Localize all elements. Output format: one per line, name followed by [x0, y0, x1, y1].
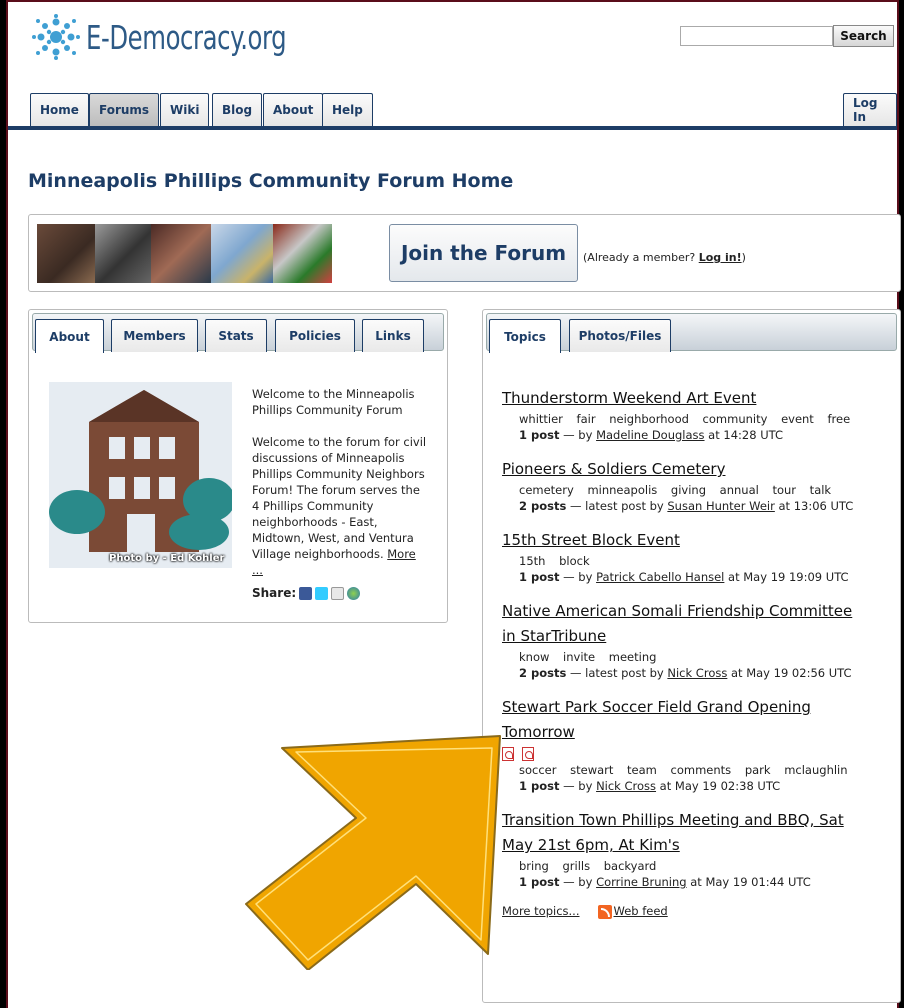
logo-burst-icon: [32, 14, 80, 60]
twitter-icon[interactable]: [315, 586, 329, 600]
forum-photo: Photo by - Ed Kohler: [49, 382, 232, 568]
web-feed-link[interactable]: Web feed: [597, 904, 668, 919]
author-link[interactable]: Corrine Bruning: [596, 875, 687, 889]
member-photo[interactable]: [37, 224, 95, 283]
topic-title[interactable]: Thunderstorm Weekend Art Event: [502, 386, 870, 411]
join-banner: Join the Forum (Already a member? Log in…: [28, 214, 901, 292]
tab-topics[interactable]: Topics: [489, 319, 561, 353]
topic-title[interactable]: Stewart Park Soccer Field Grand Opening …: [502, 695, 870, 745]
tab-stats[interactable]: Stats: [205, 319, 267, 352]
topic-keywords: soccer stewart team comments park mclaug…: [519, 763, 848, 777]
author-link[interactable]: Patrick Cabello Hansel: [596, 570, 724, 584]
topic-meta: 1 post — by Nick Cross at May 19 02:38 U…: [519, 779, 781, 793]
globe-icon[interactable]: [347, 586, 361, 600]
topic-title[interactable]: Transition Town Phillips Meeting and BBQ…: [502, 808, 870, 858]
author-link[interactable]: Nick Cross: [596, 779, 656, 793]
topic-keywords: 15th block: [519, 554, 590, 568]
topics-tabstrip: Topics Photos/Files: [486, 313, 897, 353]
about-tabstrip: About Members Stats Policies Links: [32, 313, 444, 353]
topic-item: Stewart Park Soccer Field Grand Opening …: [502, 695, 870, 794]
topic-keywords: cemetery minneapolis giving annual tour …: [519, 483, 832, 497]
topic-title[interactable]: 15th Street Block Event: [502, 528, 870, 553]
topic-meta: 1 post — by Corrine Bruning at May 19 01…: [519, 875, 811, 889]
topic-meta: 2 posts — latest post by Nick Cross at M…: [519, 666, 852, 680]
tab-about[interactable]: About: [35, 319, 104, 353]
tab-links[interactable]: Links: [362, 319, 424, 352]
member-photo[interactable]: [273, 224, 332, 283]
share-label: Share:: [252, 586, 297, 600]
topic-item: Native American Somali Friendship Commit…: [502, 599, 870, 681]
author-link[interactable]: Susan Hunter Weir: [667, 499, 774, 513]
search-input[interactable]: [680, 26, 833, 46]
share-row: Share:: [252, 586, 361, 600]
topic-title[interactable]: Pioneers & Soldiers Cemetery: [502, 457, 870, 482]
topic-footer: More topics... Web feed: [502, 904, 870, 919]
member-photos: [37, 224, 332, 283]
topic-keywords: know invite meeting: [519, 650, 657, 664]
nav-divider: [8, 126, 897, 130]
topic-item: Pioneers & Soldiers Cemetery cemetery mi…: [502, 457, 870, 514]
join-forum-button[interactable]: Join the Forum: [389, 224, 578, 282]
attachment-icons: [502, 745, 870, 762]
already-member-text: (Already a member? Log in!): [583, 251, 746, 264]
nav-tab-forums[interactable]: Forums: [89, 93, 160, 126]
nav-tab-blog[interactable]: Blog: [212, 93, 263, 126]
tab-policies[interactable]: Policies: [275, 319, 355, 352]
author-link[interactable]: Madeline Douglass: [596, 428, 704, 442]
site-logo[interactable]: E-Democracy.org: [30, 14, 330, 60]
topic-keywords: bring grills backyard: [519, 859, 657, 873]
page-title: Minneapolis Phillips Community Forum Hom…: [28, 170, 514, 192]
search-button[interactable]: Search: [833, 25, 894, 47]
nav-tab-home[interactable]: Home: [30, 93, 89, 126]
topic-meta: 1 post — by Patrick Cabello Hansel at Ma…: [519, 570, 849, 584]
topic-meta: 1 post — by Madeline Douglass at 14:28 U…: [519, 428, 783, 442]
intro-text: Welcome to the Minneapolis Phillips Comm…: [252, 387, 415, 417]
tab-members[interactable]: Members: [111, 319, 198, 352]
topic-title[interactable]: Native American Somali Friendship Commit…: [502, 599, 870, 649]
browser-page: E-Democracy.org Search Home Forums Wiki …: [6, 0, 901, 1008]
annotation-arrow-icon: [245, 735, 501, 970]
house-illustration: [49, 382, 232, 568]
tab-photos-files[interactable]: Photos/Files: [569, 319, 671, 352]
member-photo[interactable]: [95, 224, 151, 283]
login-link[interactable]: Log in!: [699, 251, 742, 264]
nav-tab-wiki[interactable]: Wiki: [160, 93, 210, 126]
topic-keywords: whittier fair neighborhood community eve…: [519, 412, 851, 426]
topic-item: 15th Street Block Event 15th block 1 pos…: [502, 528, 870, 585]
about-panel: About Members Stats Policies Links Photo…: [28, 309, 448, 623]
topic-item: Thunderstorm Weekend Art Event whittier …: [502, 386, 870, 443]
nav-tab-help[interactable]: Help: [322, 93, 373, 126]
topic-meta: 2 posts — latest post by Susan Hunter We…: [519, 499, 854, 513]
author-link[interactable]: Nick Cross: [667, 666, 727, 680]
about-text: Welcome to the Minneapolis Phillips Comm…: [252, 386, 430, 578]
facebook-icon[interactable]: [299, 586, 313, 600]
delicious-icon[interactable]: [331, 586, 345, 600]
topic-list: Thunderstorm Weekend Art Event whittier …: [502, 386, 870, 919]
topic-item: Transition Town Phillips Meeting and BBQ…: [502, 808, 870, 890]
login-button[interactable]: Log In: [843, 93, 897, 126]
member-photo[interactable]: [211, 224, 273, 283]
nav-tab-about[interactable]: About: [263, 93, 324, 126]
about-body: Welcome to the forum for civil discussio…: [252, 435, 427, 561]
photo-caption: Photo by - Ed Kohler: [109, 553, 225, 564]
logo-text: E-Democracy.org: [86, 17, 287, 57]
member-photo[interactable]: [151, 224, 211, 283]
topics-panel: Topics Photos/Files Thunderstorm Weekend…: [482, 309, 901, 1003]
rss-icon: [597, 904, 612, 919]
